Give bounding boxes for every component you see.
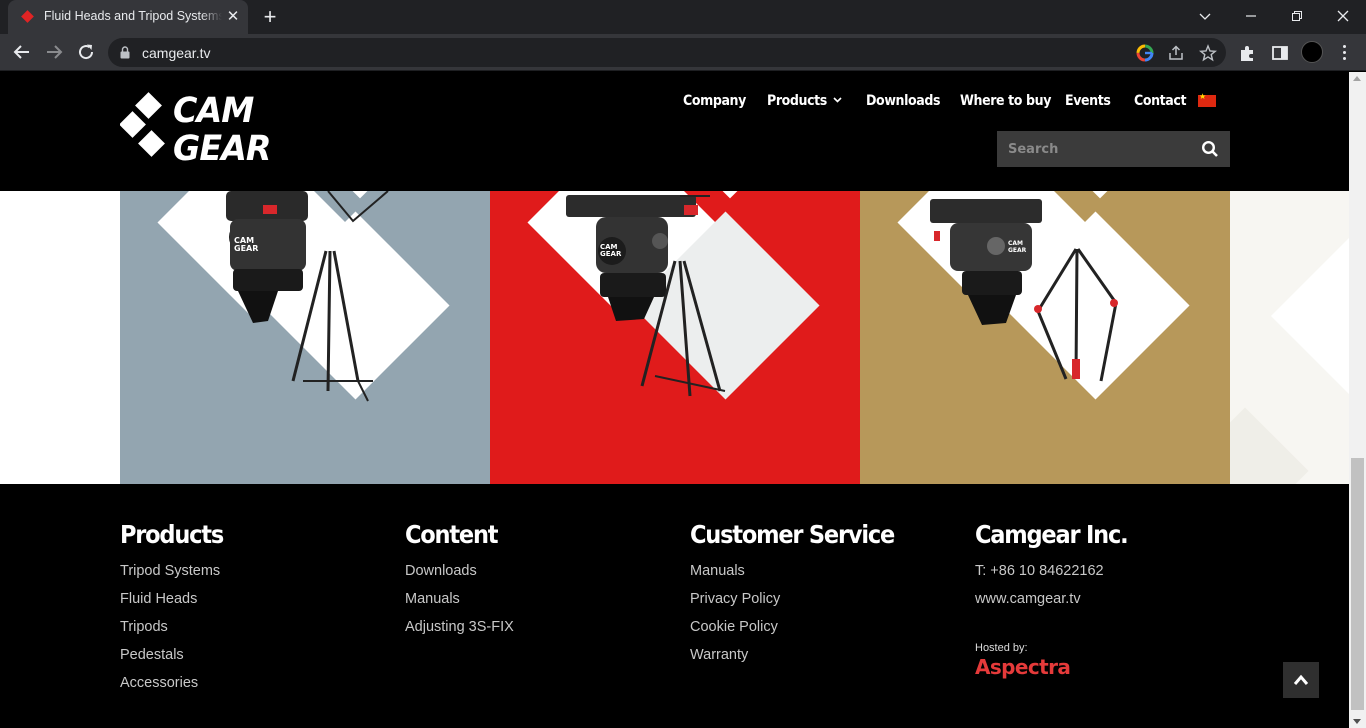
nav-events[interactable]: Events — [1065, 93, 1111, 113]
minimize-icon — [1246, 15, 1256, 17]
search-box — [997, 131, 1230, 167]
browser-toolbar: camgear.tv — [0, 34, 1366, 71]
nav-products-label: Products — [767, 93, 827, 109]
footer-link-fluid-heads[interactable]: Fluid Heads — [120, 591, 197, 607]
side-panel-icon[interactable] — [1270, 43, 1290, 63]
fluid-head-tripod-image: CAM GEAR — [226, 191, 389, 402]
footer-link-tripods[interactable]: Tripods — [120, 619, 168, 635]
web-page: CAM GEAR Company Products Downloads Wher… — [0, 72, 1349, 728]
footer-link-accessories[interactable]: Accessories — [120, 675, 198, 691]
new-tab-button[interactable]: + — [258, 5, 282, 29]
nav-downloads[interactable]: Downloads — [866, 93, 941, 113]
chevron-down-icon — [833, 97, 842, 103]
close-window-button[interactable] — [1320, 0, 1366, 32]
aspectra-logo[interactable]: Aspectra — [975, 655, 1071, 679]
restore-button[interactable] — [1274, 0, 1320, 32]
minimize-button[interactable] — [1228, 0, 1274, 32]
china-flag-icon[interactable] — [1198, 92, 1216, 107]
forward-button[interactable] — [41, 39, 67, 65]
browser-tab[interactable]: Fluid Heads and Tripod Systems - CAMGEAR… — [8, 0, 248, 34]
address-bar[interactable]: camgear.tv — [108, 38, 1226, 67]
footer-link-manuals[interactable]: Manuals — [405, 591, 460, 607]
footer-company-title: Camgear Inc. — [975, 520, 1129, 549]
nav-products[interactable]: Products — [767, 93, 842, 113]
bookmark-star-icon[interactable] — [1199, 44, 1217, 62]
logo-line-1: CAM — [173, 91, 254, 131]
scroll-down-arrow-icon[interactable] — [1353, 719, 1361, 724]
camgear-logo[interactable]: CAM GEAR — [120, 91, 272, 169]
diamond-tile — [1230, 407, 1309, 484]
chevron-down-icon — [1199, 13, 1211, 20]
footer-products-title: Products — [120, 520, 224, 549]
svg-text:GEAR: GEAR — [234, 244, 258, 253]
close-icon — [1337, 10, 1349, 22]
browser-menu-button[interactable] — [1336, 42, 1352, 62]
extensions-puzzle-icon[interactable] — [1238, 43, 1258, 63]
reload-button[interactable] — [73, 39, 99, 65]
footer-phone: T: +86 10 84622162 — [975, 563, 1104, 579]
product-panel-fluid-heads[interactable]: CAM GEAR — [490, 191, 860, 484]
scrollbar-thumb[interactable] — [1351, 458, 1364, 710]
search-input[interactable] — [997, 131, 1192, 167]
url-text: camgear.tv — [142, 45, 211, 61]
scroll-up-arrow-icon[interactable] — [1353, 76, 1361, 81]
search-icon[interactable] — [1201, 140, 1219, 158]
site-footer: Products Tripod Systems Fluid Heads Trip… — [0, 484, 1349, 728]
svg-text:GEAR: GEAR — [1008, 247, 1027, 254]
close-tab-icon[interactable]: ✕ — [224, 8, 242, 26]
svg-text:CAM: CAM — [1008, 240, 1023, 247]
hosted-by-label: Hosted by: — [975, 642, 1028, 654]
nav-company[interactable]: Company — [683, 93, 746, 113]
arrow-right-icon — [47, 45, 63, 59]
restore-icon — [1292, 11, 1302, 21]
google-lens-icon[interactable] — [1136, 44, 1154, 62]
svg-text:GEAR: GEAR — [600, 250, 622, 258]
profile-avatar[interactable] — [1301, 41, 1323, 63]
page-scrollbar[interactable] — [1349, 72, 1366, 728]
logo-wordmark: CAM GEAR — [173, 91, 272, 169]
share-icon[interactable] — [1167, 44, 1185, 62]
arrow-left-icon — [13, 45, 29, 59]
footer-link-tripod-systems[interactable]: Tripod Systems — [120, 563, 220, 579]
chevron-up-icon — [1293, 674, 1309, 685]
footer-link-warranty[interactable]: Warranty — [690, 647, 748, 663]
nav-contact[interactable]: Contact — [1134, 93, 1186, 113]
footer-link-adjusting-3s-fix[interactable]: Adjusting 3S-FIX — [405, 619, 514, 635]
product-panel-partial — [1230, 191, 1349, 484]
back-to-top-button[interactable] — [1283, 662, 1319, 698]
lock-icon — [120, 46, 130, 59]
logo-line-2: GEAR — [173, 129, 272, 169]
footer-website-link[interactable]: www.camgear.tv — [975, 591, 1081, 607]
browser-tab-strip: Fluid Heads and Tripod Systems - CAMGEAR… — [0, 0, 1366, 34]
reload-icon — [79, 44, 94, 60]
tab-search-button[interactable] — [1182, 0, 1228, 32]
product-panel-tripods[interactable]: CAM GEAR — [860, 191, 1230, 484]
fluid-head-tripod-image: CAM GEAR — [930, 199, 1118, 382]
diamond-tile — [1271, 217, 1349, 415]
back-button[interactable] — [9, 39, 35, 65]
footer-link-cookie-policy[interactable]: Cookie Policy — [690, 619, 778, 635]
footer-link-privacy-policy[interactable]: Privacy Policy — [690, 591, 780, 607]
footer-link-pedestals[interactable]: Pedestals — [120, 647, 184, 663]
footer-link-manuals[interactable]: Manuals — [690, 563, 745, 579]
product-panel-tripod-systems[interactable]: CAM GEAR — [120, 191, 490, 484]
footer-content-title: Content — [405, 520, 499, 549]
favicon-icon — [21, 10, 34, 23]
tab-title: Fluid Heads and Tripod Systems - CAMGEAR — [44, 9, 222, 23]
footer-link-downloads[interactable]: Downloads — [405, 563, 477, 579]
footer-customer-service-title: Customer Service — [690, 520, 895, 549]
fluid-head-tripod-image: CAM GEAR — [566, 195, 726, 397]
nav-where-to-buy[interactable]: Where to buy — [960, 93, 1051, 113]
site-header: CAM GEAR Company Products Downloads Wher… — [0, 72, 1349, 191]
camgear-diamond-logo-icon — [120, 92, 165, 157]
